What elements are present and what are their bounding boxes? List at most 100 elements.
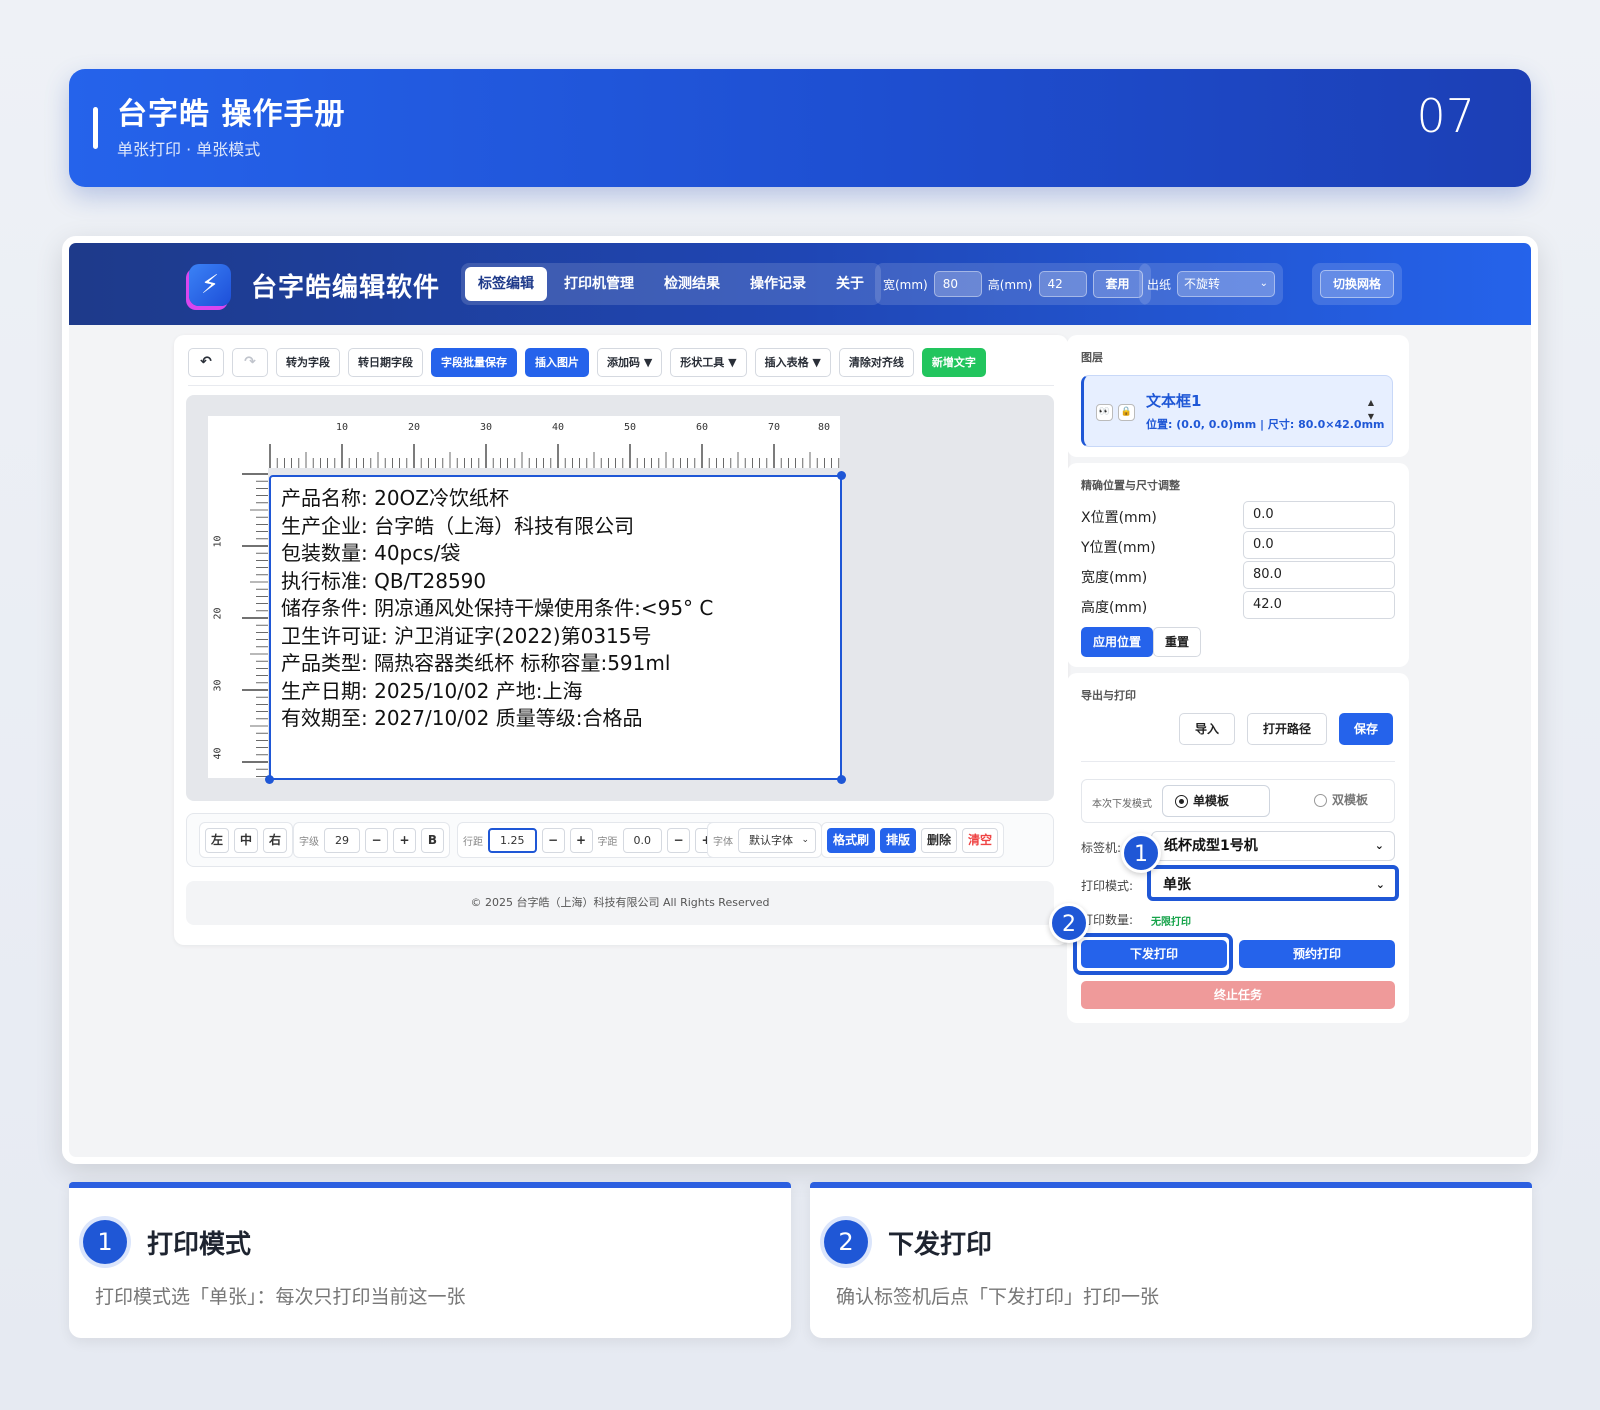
save-button[interactable]: 保存 bbox=[1339, 713, 1394, 745]
callout-badge-2: 2 bbox=[1049, 903, 1089, 943]
ruler-top-label: 50 bbox=[624, 422, 637, 433]
ruler-top: 10 20 30 40 50 60 70 80 bbox=[208, 416, 840, 468]
letter-spacing-label: 字距 bbox=[597, 836, 618, 848]
to-field-button[interactable]: 转为字段 bbox=[276, 347, 340, 377]
shape-tools-button[interactable]: 形状工具 ▼ bbox=[670, 347, 747, 377]
x-position-input[interactable]: 0.0 bbox=[1243, 501, 1395, 529]
align-left-button[interactable]: 左 bbox=[205, 827, 230, 853]
clear-guides-button[interactable]: 清除对齐线 bbox=[838, 347, 914, 377]
height-field-input[interactable]: 42.0 bbox=[1243, 591, 1395, 619]
layer-item[interactable]: 👀 🔒 文本框1 位置: (0.0, 0.0)mm | 尺寸: 80.0×42.… bbox=[1081, 375, 1393, 447]
to-date-field-button[interactable]: 转日期字段 bbox=[348, 347, 423, 377]
tab-printer-management[interactable]: 打印机管理 bbox=[551, 267, 647, 301]
clear-button[interactable]: 清空 bbox=[962, 827, 999, 853]
width-field-input[interactable]: 80.0 bbox=[1243, 561, 1395, 589]
rotation-select[interactable]: 不旋转 ⌄ bbox=[1177, 271, 1276, 297]
spacing-group: 行距 1.25 − + 字距 0.0 − + bbox=[457, 822, 724, 858]
apply-position-button[interactable]: 应用位置 bbox=[1081, 627, 1154, 657]
width-row: 宽度(mm) 80.0 bbox=[1081, 561, 1395, 589]
resize-handle[interactable] bbox=[837, 775, 846, 784]
height-input[interactable]: 42 bbox=[1038, 271, 1087, 297]
font-size-increase-button[interactable]: + bbox=[393, 827, 416, 853]
app-screenshot: ⚡ 台字皓编辑软件 标签编辑 打印机管理 检测结果 操作记录 关于 宽(mm) … bbox=[62, 236, 1538, 1164]
label-line: 执行标准: QB/T28590 bbox=[281, 568, 487, 593]
line-height-input[interactable]: 1.25 bbox=[488, 827, 537, 853]
line-height-increase-button[interactable]: + bbox=[569, 827, 593, 853]
radio-selected-icon bbox=[1175, 795, 1188, 808]
text-box-selected[interactable]: 产品名称: 20OZ冷饮纸杯 生产企业: 台字皓（上海）科技有限公司 包装数量:… bbox=[265, 471, 846, 784]
format-bar: 左 中 右 字级 29 − + B 行距 1.25 − + 字距 0.0 − + bbox=[186, 813, 1054, 867]
step-title: 下发打印 bbox=[888, 1230, 993, 1260]
ruler-left-label: 30 bbox=[212, 679, 224, 692]
new-text-button[interactable]: 新增文字 bbox=[921, 347, 986, 377]
label-text: 产品名称: 20OZ冷饮纸杯 生产企业: 台字皓（上海）科技有限公司 包装数量:… bbox=[281, 485, 713, 733]
print-mode-select[interactable]: 单张 ⌄ bbox=[1147, 865, 1399, 901]
insert-image-button[interactable]: 插入图片 bbox=[525, 347, 589, 377]
tab-about[interactable]: 关于 bbox=[823, 267, 877, 301]
letter-spacing-decrease-button[interactable]: − bbox=[667, 827, 690, 853]
align-center-button[interactable]: 中 bbox=[234, 827, 259, 853]
lightning-icon: ⚡ bbox=[189, 264, 231, 306]
resize-handle[interactable] bbox=[837, 471, 846, 480]
stop-task-button[interactable]: 终止任务 bbox=[1081, 981, 1395, 1009]
label-line: 有效期至: 2027/10/02 质量等级:合格品 bbox=[281, 706, 643, 730]
layers-title: 图层 bbox=[1081, 351, 1103, 364]
export-title: 导出与打印 bbox=[1081, 689, 1136, 702]
resize-handle[interactable] bbox=[265, 775, 274, 784]
step-title: 打印模式 bbox=[147, 1230, 252, 1260]
manual-subtitle: 单张打印 · 单张模式 bbox=[117, 140, 261, 159]
tab-inspection-results[interactable]: 检测结果 bbox=[651, 267, 733, 301]
add-code-button[interactable]: 添加码 ▼ bbox=[597, 347, 663, 377]
send-print-button[interactable]: 下发打印 bbox=[1081, 940, 1227, 968]
delete-button[interactable]: 删除 bbox=[921, 827, 958, 853]
export-print-card: 导出与打印 导入 打开路径 保存 本次下发模式 单模板 双模板 标签机: 纸杯成… bbox=[1067, 673, 1409, 1023]
step-card-2: 2 下发打印 确认标签机后点「下发打印」打印一张 bbox=[810, 1182, 1532, 1338]
label-line: 卫生许可证: 沪卫消证字(2022)第0315号 bbox=[281, 623, 652, 648]
ruler-top-label: 20 bbox=[408, 422, 421, 433]
editor-toolbar: ↶ ↷ 转为字段 转日期字段 字段批量保存 插入图片 添加码 ▼ 形状工具 ▼ … bbox=[188, 347, 1054, 377]
ruler-left: 10 20 30 40 bbox=[208, 468, 268, 778]
line-height-decrease-button[interactable]: − bbox=[541, 827, 565, 853]
y-position-label: Y位置(mm) bbox=[1081, 540, 1156, 556]
layout-button[interactable]: 排版 bbox=[880, 827, 917, 853]
height-row: 高度(mm) 42.0 bbox=[1081, 591, 1395, 619]
label-line: 生产日期: 2025/10/02 产地:上海 bbox=[281, 678, 583, 703]
copyright-footer: © 2025 台字皓（上海）科技有限公司 All Rights Reserved bbox=[186, 881, 1054, 925]
step-number: 2 bbox=[824, 1220, 868, 1264]
schedule-print-button[interactable]: 预约打印 bbox=[1239, 940, 1395, 968]
undo-icon[interactable]: ↶ bbox=[188, 347, 224, 377]
width-label: 宽(mm) bbox=[883, 277, 928, 292]
batch-save-button[interactable]: 字段批量保存 bbox=[431, 347, 517, 377]
bold-button[interactable]: B bbox=[421, 827, 444, 853]
toggle-grid-button[interactable]: 切换网格 bbox=[1320, 270, 1395, 298]
reset-button[interactable]: 重置 bbox=[1153, 627, 1202, 657]
open-path-button[interactable]: 打开路径 bbox=[1247, 713, 1328, 745]
font-family-select[interactable]: 默认字体 ⌄ bbox=[738, 827, 816, 853]
print-mode-label: 打印模式: bbox=[1081, 879, 1134, 893]
insert-table-button[interactable]: 插入表格 ▼ bbox=[754, 347, 831, 377]
redo-icon[interactable]: ↷ bbox=[232, 347, 268, 377]
visibility-icon[interactable]: 👀 bbox=[1096, 404, 1113, 421]
import-button[interactable]: 导入 bbox=[1179, 713, 1236, 745]
step-description: 打印模式选「单张」：每次只打印当前这一张 bbox=[95, 1286, 466, 1308]
single-template-radio[interactable]: 单模板 bbox=[1162, 785, 1270, 817]
letter-spacing-input[interactable]: 0.0 bbox=[622, 827, 662, 853]
tab-label-edit[interactable]: 标签编辑 bbox=[465, 267, 547, 301]
double-template-radio[interactable]: 双模板 bbox=[1302, 785, 1392, 817]
y-position-input[interactable]: 0.0 bbox=[1243, 531, 1395, 559]
printer-select[interactable]: 纸杯成型1号机 ⌄ bbox=[1151, 831, 1395, 861]
width-input[interactable]: 80 bbox=[933, 271, 982, 297]
y-position-row: Y位置(mm) 0.0 bbox=[1081, 531, 1395, 559]
chevron-down-icon: ⌄ bbox=[1375, 878, 1385, 891]
font-size-input[interactable]: 29 bbox=[324, 827, 360, 853]
align-right-button[interactable]: 右 bbox=[263, 827, 288, 853]
font-size-decrease-button[interactable]: − bbox=[365, 827, 388, 853]
tab-operation-log[interactable]: 操作记录 bbox=[737, 267, 819, 301]
single-template-label: 单模板 bbox=[1193, 794, 1230, 808]
lock-icon[interactable]: 🔒 bbox=[1118, 404, 1135, 421]
double-template-label: 双模板 bbox=[1332, 793, 1369, 807]
apply-size-button[interactable]: 套用 bbox=[1092, 270, 1143, 298]
format-painter-button[interactable]: 格式刷 bbox=[827, 827, 876, 853]
ruler-top-label: 80 bbox=[818, 422, 831, 433]
layer-order-arrows-icon[interactable]: ▲ ▼ bbox=[1368, 396, 1374, 424]
